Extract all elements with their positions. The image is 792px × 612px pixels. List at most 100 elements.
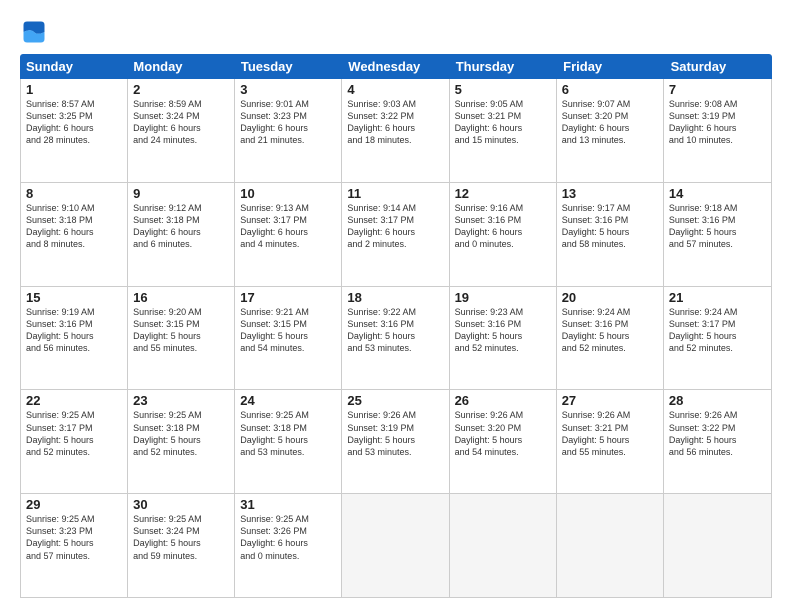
- cell-info: Sunrise: 9:13 AMSunset: 3:17 PMDaylight:…: [240, 202, 336, 251]
- day-number: 13: [562, 186, 658, 201]
- cell-info: Sunrise: 9:05 AMSunset: 3:21 PMDaylight:…: [455, 98, 551, 147]
- day-number: 29: [26, 497, 122, 512]
- day-number: 27: [562, 393, 658, 408]
- cell-info: Sunrise: 9:25 AMSunset: 3:18 PMDaylight:…: [240, 409, 336, 458]
- day-cell-21: 21Sunrise: 9:24 AMSunset: 3:17 PMDayligh…: [664, 287, 771, 390]
- day-number: 6: [562, 82, 658, 97]
- day-number: 11: [347, 186, 443, 201]
- cell-info: Sunrise: 9:16 AMSunset: 3:16 PMDaylight:…: [455, 202, 551, 251]
- calendar-body: 1Sunrise: 8:57 AMSunset: 3:25 PMDaylight…: [20, 79, 772, 598]
- cell-info: Sunrise: 9:24 AMSunset: 3:17 PMDaylight:…: [669, 306, 766, 355]
- day-cell-11: 11Sunrise: 9:14 AMSunset: 3:17 PMDayligh…: [342, 183, 449, 286]
- day-cell-19: 19Sunrise: 9:23 AMSunset: 3:16 PMDayligh…: [450, 287, 557, 390]
- day-cell-17: 17Sunrise: 9:21 AMSunset: 3:15 PMDayligh…: [235, 287, 342, 390]
- day-cell-25: 25Sunrise: 9:26 AMSunset: 3:19 PMDayligh…: [342, 390, 449, 493]
- page: SundayMondayTuesdayWednesdayThursdayFrid…: [0, 0, 792, 612]
- cell-info: Sunrise: 8:59 AMSunset: 3:24 PMDaylight:…: [133, 98, 229, 147]
- cell-info: Sunrise: 9:25 AMSunset: 3:23 PMDaylight:…: [26, 513, 122, 562]
- cell-info: Sunrise: 9:10 AMSunset: 3:18 PMDaylight:…: [26, 202, 122, 251]
- empty-cell: [664, 494, 771, 597]
- calendar-header: SundayMondayTuesdayWednesdayThursdayFrid…: [20, 54, 772, 79]
- week-4: 22Sunrise: 9:25 AMSunset: 3:17 PMDayligh…: [21, 390, 771, 494]
- header-day-sunday: Sunday: [20, 54, 127, 79]
- day-number: 16: [133, 290, 229, 305]
- empty-cell: [342, 494, 449, 597]
- header-day-friday: Friday: [557, 54, 664, 79]
- cell-info: Sunrise: 9:26 AMSunset: 3:19 PMDaylight:…: [347, 409, 443, 458]
- week-2: 8Sunrise: 9:10 AMSunset: 3:18 PMDaylight…: [21, 183, 771, 287]
- day-cell-28: 28Sunrise: 9:26 AMSunset: 3:22 PMDayligh…: [664, 390, 771, 493]
- header-day-tuesday: Tuesday: [235, 54, 342, 79]
- day-number: 3: [240, 82, 336, 97]
- day-cell-22: 22Sunrise: 9:25 AMSunset: 3:17 PMDayligh…: [21, 390, 128, 493]
- cell-info: Sunrise: 9:08 AMSunset: 3:19 PMDaylight:…: [669, 98, 766, 147]
- day-number: 7: [669, 82, 766, 97]
- day-cell-24: 24Sunrise: 9:25 AMSunset: 3:18 PMDayligh…: [235, 390, 342, 493]
- cell-info: Sunrise: 9:22 AMSunset: 3:16 PMDaylight:…: [347, 306, 443, 355]
- day-cell-18: 18Sunrise: 9:22 AMSunset: 3:16 PMDayligh…: [342, 287, 449, 390]
- header-day-monday: Monday: [127, 54, 234, 79]
- cell-info: Sunrise: 9:17 AMSunset: 3:16 PMDaylight:…: [562, 202, 658, 251]
- day-number: 17: [240, 290, 336, 305]
- logo-icon: [20, 18, 48, 46]
- cell-info: Sunrise: 9:19 AMSunset: 3:16 PMDaylight:…: [26, 306, 122, 355]
- day-number: 25: [347, 393, 443, 408]
- day-cell-14: 14Sunrise: 9:18 AMSunset: 3:16 PMDayligh…: [664, 183, 771, 286]
- day-number: 8: [26, 186, 122, 201]
- logo: [20, 18, 52, 46]
- day-number: 18: [347, 290, 443, 305]
- cell-info: Sunrise: 9:24 AMSunset: 3:16 PMDaylight:…: [562, 306, 658, 355]
- day-cell-31: 31Sunrise: 9:25 AMSunset: 3:26 PMDayligh…: [235, 494, 342, 597]
- cell-info: Sunrise: 9:25 AMSunset: 3:17 PMDaylight:…: [26, 409, 122, 458]
- day-number: 1: [26, 82, 122, 97]
- day-cell-23: 23Sunrise: 9:25 AMSunset: 3:18 PMDayligh…: [128, 390, 235, 493]
- day-cell-20: 20Sunrise: 9:24 AMSunset: 3:16 PMDayligh…: [557, 287, 664, 390]
- day-cell-12: 12Sunrise: 9:16 AMSunset: 3:16 PMDayligh…: [450, 183, 557, 286]
- day-cell-7: 7Sunrise: 9:08 AMSunset: 3:19 PMDaylight…: [664, 79, 771, 182]
- day-number: 12: [455, 186, 551, 201]
- calendar: SundayMondayTuesdayWednesdayThursdayFrid…: [20, 54, 772, 598]
- cell-info: Sunrise: 9:25 AMSunset: 3:24 PMDaylight:…: [133, 513, 229, 562]
- day-cell-8: 8Sunrise: 9:10 AMSunset: 3:18 PMDaylight…: [21, 183, 128, 286]
- header: [20, 18, 772, 46]
- cell-info: Sunrise: 9:01 AMSunset: 3:23 PMDaylight:…: [240, 98, 336, 147]
- day-cell-29: 29Sunrise: 9:25 AMSunset: 3:23 PMDayligh…: [21, 494, 128, 597]
- day-number: 23: [133, 393, 229, 408]
- cell-info: Sunrise: 9:12 AMSunset: 3:18 PMDaylight:…: [133, 202, 229, 251]
- day-number: 10: [240, 186, 336, 201]
- header-day-thursday: Thursday: [450, 54, 557, 79]
- day-cell-4: 4Sunrise: 9:03 AMSunset: 3:22 PMDaylight…: [342, 79, 449, 182]
- cell-info: Sunrise: 9:03 AMSunset: 3:22 PMDaylight:…: [347, 98, 443, 147]
- empty-cell: [450, 494, 557, 597]
- day-number: 28: [669, 393, 766, 408]
- day-number: 31: [240, 497, 336, 512]
- day-number: 4: [347, 82, 443, 97]
- day-cell-5: 5Sunrise: 9:05 AMSunset: 3:21 PMDaylight…: [450, 79, 557, 182]
- day-number: 26: [455, 393, 551, 408]
- day-number: 9: [133, 186, 229, 201]
- day-cell-9: 9Sunrise: 9:12 AMSunset: 3:18 PMDaylight…: [128, 183, 235, 286]
- cell-info: Sunrise: 9:23 AMSunset: 3:16 PMDaylight:…: [455, 306, 551, 355]
- cell-info: Sunrise: 9:20 AMSunset: 3:15 PMDaylight:…: [133, 306, 229, 355]
- day-number: 19: [455, 290, 551, 305]
- week-5: 29Sunrise: 9:25 AMSunset: 3:23 PMDayligh…: [21, 494, 771, 597]
- cell-info: Sunrise: 9:26 AMSunset: 3:20 PMDaylight:…: [455, 409, 551, 458]
- day-number: 22: [26, 393, 122, 408]
- day-cell-30: 30Sunrise: 9:25 AMSunset: 3:24 PMDayligh…: [128, 494, 235, 597]
- cell-info: Sunrise: 9:26 AMSunset: 3:21 PMDaylight:…: [562, 409, 658, 458]
- day-number: 20: [562, 290, 658, 305]
- day-number: 30: [133, 497, 229, 512]
- day-cell-13: 13Sunrise: 9:17 AMSunset: 3:16 PMDayligh…: [557, 183, 664, 286]
- day-cell-27: 27Sunrise: 9:26 AMSunset: 3:21 PMDayligh…: [557, 390, 664, 493]
- day-number: 15: [26, 290, 122, 305]
- cell-info: Sunrise: 9:26 AMSunset: 3:22 PMDaylight:…: [669, 409, 766, 458]
- header-day-saturday: Saturday: [665, 54, 772, 79]
- day-cell-26: 26Sunrise: 9:26 AMSunset: 3:20 PMDayligh…: [450, 390, 557, 493]
- cell-info: Sunrise: 9:25 AMSunset: 3:26 PMDaylight:…: [240, 513, 336, 562]
- day-cell-16: 16Sunrise: 9:20 AMSunset: 3:15 PMDayligh…: [128, 287, 235, 390]
- day-number: 14: [669, 186, 766, 201]
- day-cell-15: 15Sunrise: 9:19 AMSunset: 3:16 PMDayligh…: [21, 287, 128, 390]
- week-3: 15Sunrise: 9:19 AMSunset: 3:16 PMDayligh…: [21, 287, 771, 391]
- day-number: 21: [669, 290, 766, 305]
- cell-info: Sunrise: 9:21 AMSunset: 3:15 PMDaylight:…: [240, 306, 336, 355]
